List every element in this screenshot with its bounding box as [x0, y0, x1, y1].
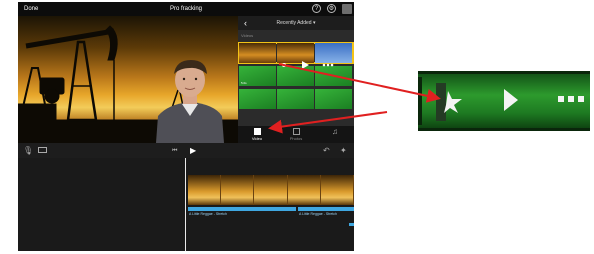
- tab-video[interactable]: Video: [242, 127, 272, 141]
- timeline[interactable]: A Little Reggae - Stretch A Little Regga…: [18, 158, 354, 251]
- camera-icon[interactable]: [38, 147, 47, 153]
- video-thumbnail[interactable]: [315, 89, 352, 109]
- clip-frame: [221, 175, 255, 205]
- thumbnail-row[interactable]: [239, 89, 353, 109]
- help-icon[interactable]: ?: [312, 4, 321, 13]
- tab-photos-label: Photos: [289, 136, 303, 141]
- preview-scene: [18, 25, 238, 143]
- clip-frame: [320, 175, 354, 205]
- more-icon: [558, 96, 564, 102]
- video-thumbnail[interactable]: [239, 43, 276, 63]
- media-tab-bar: Video Photos ♫: [238, 126, 354, 143]
- play-icon[interactable]: ▶: [190, 146, 196, 155]
- video-thumbnail-grid: 5.0s: [238, 42, 354, 112]
- skip-back-icon[interactable]: ⏮: [172, 147, 177, 156]
- cutaway-icon[interactable]: [282, 63, 286, 67]
- clip-frame: [188, 175, 222, 205]
- audio-track[interactable]: [298, 207, 354, 211]
- clip-frame: [254, 175, 288, 205]
- zoomed-icons: [418, 77, 584, 125]
- timeline-controls: 🎙 ⏮ ▶ ↶ ✦: [18, 143, 354, 158]
- browser-header: ‹ Recently Added ▾: [238, 16, 354, 30]
- cutaway-icon: [444, 91, 462, 113]
- microphone-icon[interactable]: 🎙: [23, 146, 33, 155]
- audio-track-label: A Little Reggae - Stretch: [299, 212, 337, 216]
- audio-track-label: A Little Reggae - Stretch: [189, 212, 227, 216]
- audio-track[interactable]: [188, 207, 296, 211]
- tab-photos[interactable]: Photos: [281, 127, 311, 141]
- presenter-boy: [156, 60, 224, 143]
- tab-video-label: Video: [251, 136, 263, 141]
- more-icon[interactable]: [322, 63, 326, 67]
- recently-added-dropdown[interactable]: Recently Added ▾: [238, 20, 354, 26]
- play-icon: [504, 89, 518, 111]
- video-preview[interactable]: [18, 16, 238, 143]
- video-clip-track[interactable]: [188, 175, 354, 205]
- project-title: Pro fracking: [169, 6, 202, 12]
- playhead[interactable]: [185, 158, 186, 251]
- film-icon: [253, 128, 261, 135]
- top-bar: Done Pro fracking ? ⚙: [18, 2, 354, 16]
- share-icon[interactable]: [342, 4, 352, 14]
- clip-action-icons: [282, 61, 334, 69]
- videos-section-label: Videos: [241, 33, 254, 38]
- audio-track-end[interactable]: [349, 223, 354, 226]
- clip-frame: [287, 175, 321, 205]
- zoomed-clip-icons: [418, 71, 590, 131]
- settings-gear-icon[interactable]: ⚙: [327, 4, 336, 13]
- video-thumbnail[interactable]: [239, 89, 276, 109]
- play-icon[interactable]: [302, 61, 309, 69]
- photo-icon: [292, 128, 300, 135]
- clip-duration: 5.0s: [241, 81, 247, 85]
- video-thumbnail[interactable]: 5.0s: [239, 66, 276, 86]
- imovie-app-window: Done Pro fracking ? ⚙ ‹ Recently Added ▾…: [18, 2, 354, 251]
- undo-icon[interactable]: ↶: [323, 146, 330, 155]
- gear-icon[interactable]: ✦: [340, 146, 347, 155]
- media-browser: ‹ Recently Added ▾ Videos 5.0s Video Pho…: [238, 16, 354, 143]
- tab-audio[interactable]: ♫: [320, 127, 350, 136]
- music-note-icon: ♫: [332, 127, 338, 136]
- video-thumbnail[interactable]: [277, 89, 314, 109]
